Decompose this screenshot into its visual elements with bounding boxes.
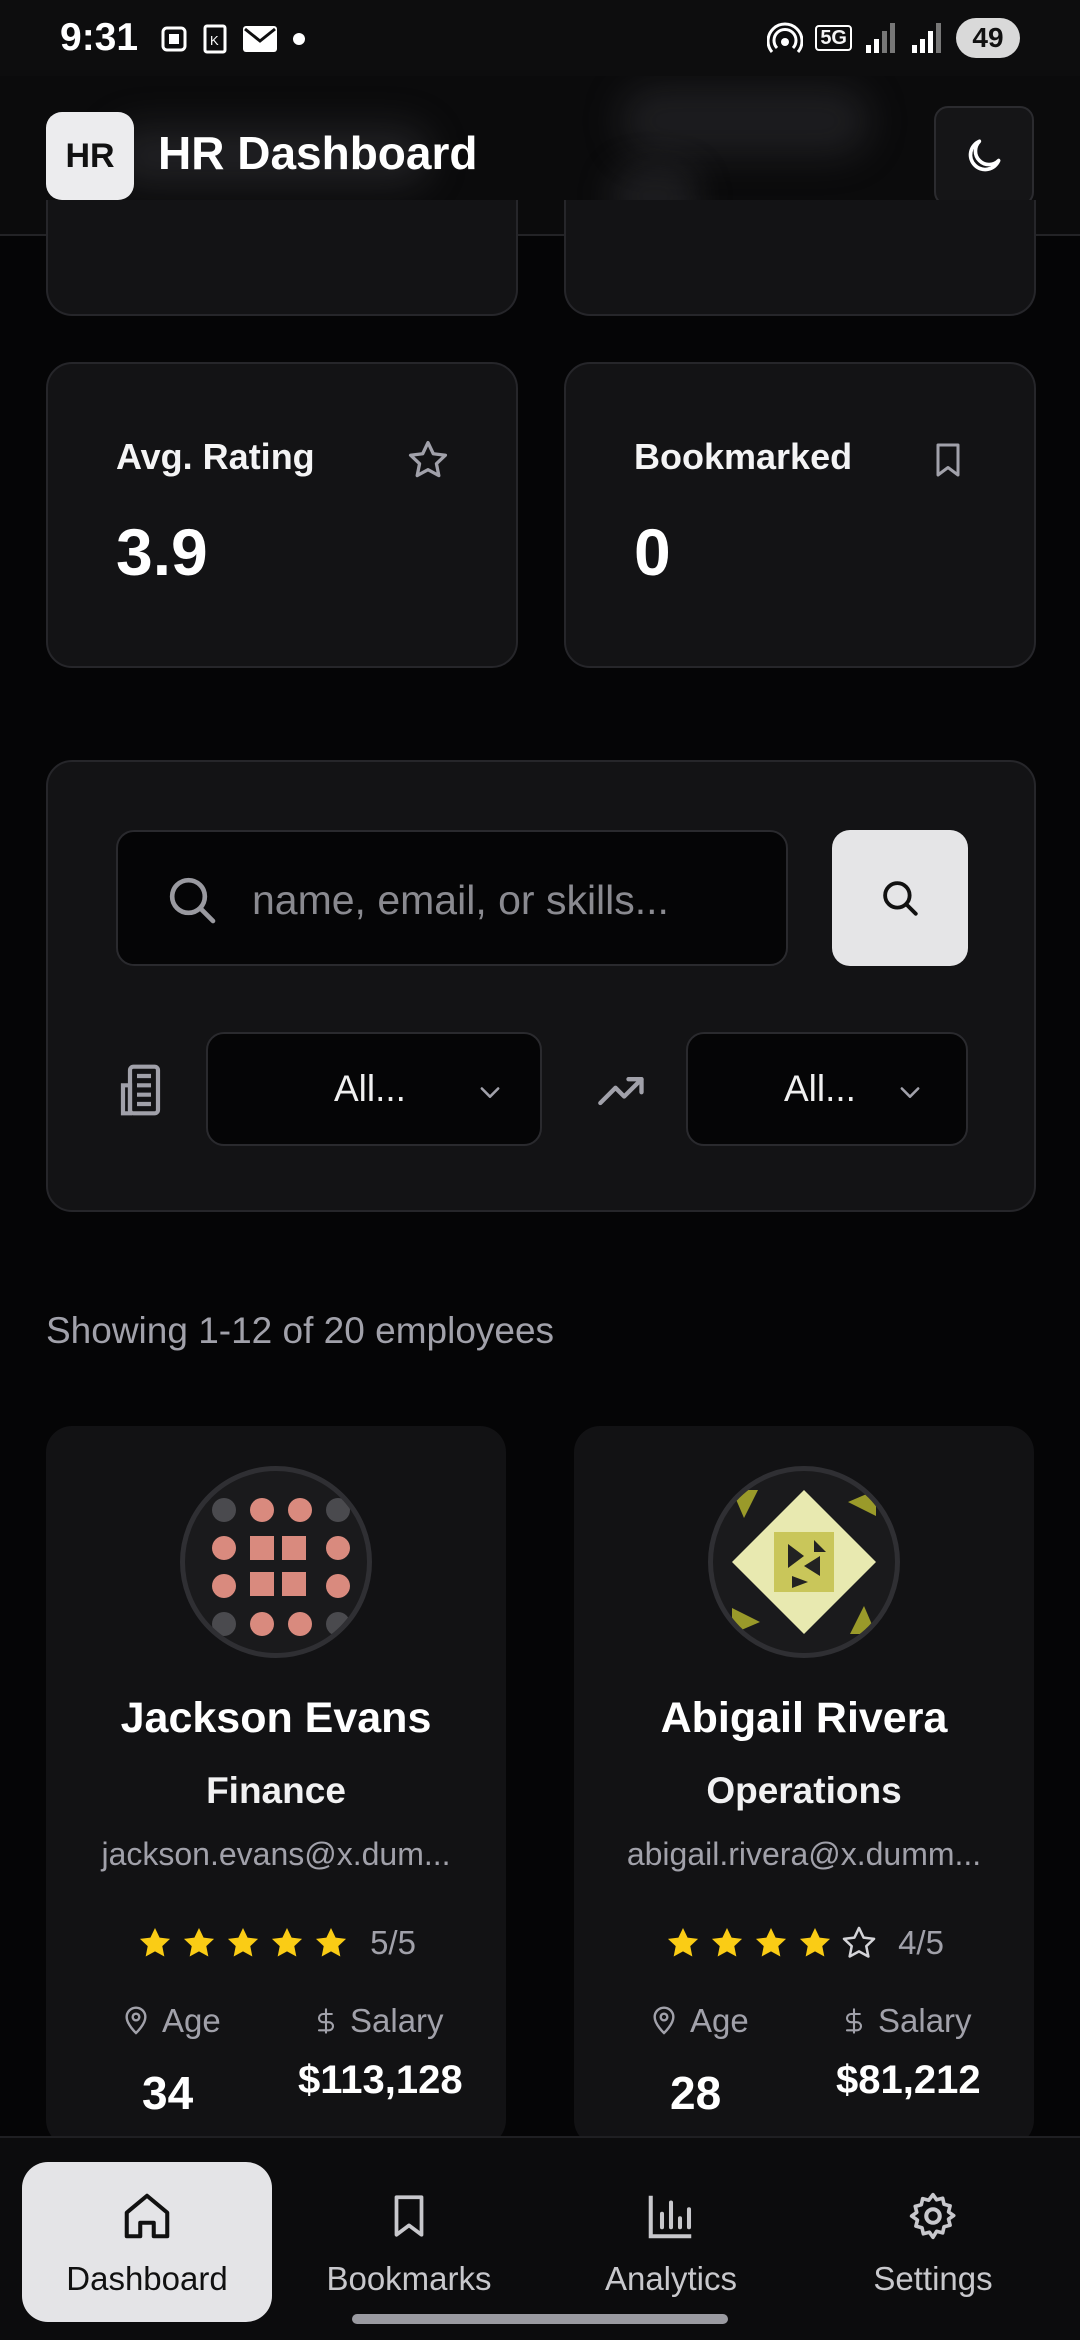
select-value: All... [784,1068,856,1109]
department-filter-select[interactable]: All... [206,1032,542,1146]
star-icon [272,1927,303,1957]
stat-card-avg-rating: Avg. Rating 3.9 [46,362,518,668]
stat-card-bookmarked: Bookmarked 0 [564,362,1036,668]
performance-filter-select[interactable]: All... [686,1032,968,1146]
network-5g-icon: 5G [815,25,852,51]
age-value: 28 [670,2067,722,2119]
gear-icon [909,2192,956,2240]
svg-text:K: K [210,33,219,48]
star-outline-icon [842,1926,876,1958]
salary-label: Salary [312,2002,444,2040]
star-icon [712,1927,743,1957]
app-notification-icon: K [203,24,227,54]
theme-toggle-button[interactable] [934,106,1034,206]
bar-chart-icon [648,2195,692,2239]
chevron-down-icon [480,1087,500,1098]
search-button[interactable] [832,830,968,966]
age-label: Age [120,2002,221,2040]
battery-indicator: 49 [956,18,1020,58]
nav-label: Settings [873,2260,993,2297]
employee-email: jackson.evans@x.dum... [101,1836,451,1872]
avatar [180,1466,372,1658]
bookmark-icon [936,443,960,477]
star-icon [184,1927,215,1957]
stat-value: 3.9 [116,515,208,589]
trending-up-icon [598,1077,644,1106]
moon-icon [968,139,1001,172]
employee-name: Abigail Rivera [660,1694,948,1742]
rating-text: 5/5 [370,1924,416,1961]
salary-value: $113,128 [298,2058,463,2102]
building-icon [120,1064,161,1116]
bottom-navigation: Dashboard Bookmarks Analytics Settings [0,2136,1080,2340]
stat-label: Bookmarked [634,436,853,477]
results-summary: Showing 1-12 of 20 employees [46,1310,555,1351]
search-icon [169,877,216,924]
employee-department: Finance [206,1770,346,1811]
dollar-icon [317,2008,335,2034]
salary-label: Salary [840,2002,972,2040]
star-icon [800,1927,831,1957]
rating-stars: 4/5 [574,1924,1034,1962]
home-indicator[interactable] [352,2314,728,2324]
star-icon [408,440,448,478]
age-label: Age [648,2002,749,2040]
signal-icon [866,23,895,53]
signal-icon-2 [912,23,941,53]
age-value: 34 [142,2067,194,2119]
search-filter-panel: All... All... [46,760,1036,1212]
app-logo: HR [46,112,134,200]
nav-analytics[interactable]: Analytics [546,2162,796,2322]
star-icon [756,1927,787,1957]
select-value: All... [334,1068,406,1109]
salary-value: $81,212 [836,2058,981,2102]
nav-settings[interactable]: Settings [808,2162,1058,2322]
stat-card-partial-right [564,200,1036,316]
home-icon [124,2193,170,2239]
rating-text: 4/5 [898,1924,944,1961]
bookmark-icon [394,2195,424,2237]
nav-label: Analytics [604,2260,738,2297]
stat-value: 0 [634,515,671,589]
employee-card[interactable]: Abigail Rivera Operations abigail.rivera… [574,1426,1034,2146]
employee-card[interactable]: Jackson Evans Finance jackson.evans@x.du… [46,1426,506,2146]
mail-icon [243,26,277,52]
nav-bookmarks[interactable]: Bookmarks [284,2162,534,2322]
employee-department: Operations [706,1770,902,1811]
hotspot-icon [767,22,804,53]
search-icon [883,881,918,916]
avatar [708,1466,900,1658]
stat-card-partial-left [46,200,518,316]
search-field[interactable] [116,830,788,966]
location-pin-icon [653,2006,675,2035]
search-input[interactable] [252,862,752,938]
nav-label: Bookmarks [326,2260,492,2297]
star-icon [228,1927,259,1957]
star-icon [140,1927,171,1957]
status-bar: 9:31 K 5G 49 [0,0,1080,76]
star-icon [668,1927,699,1957]
rating-stars: 5/5 [46,1924,506,1962]
dot-icon [293,33,305,45]
status-time: 9:31 [60,16,139,59]
star-icon [316,1927,347,1957]
location-pin-icon [125,2006,147,2035]
nav-label: Dashboard [66,2260,228,2297]
dollar-icon [845,2008,863,2034]
employee-name: Jackson Evans [120,1694,432,1742]
page-title: HR Dashboard [158,127,478,179]
employee-email: abigail.rivera@x.dumm... [626,1836,982,1872]
screenshot-icon [161,26,187,52]
nav-dashboard[interactable]: Dashboard [22,2162,272,2322]
stat-label: Avg. Rating [116,436,315,477]
chevron-down-icon [900,1087,920,1098]
